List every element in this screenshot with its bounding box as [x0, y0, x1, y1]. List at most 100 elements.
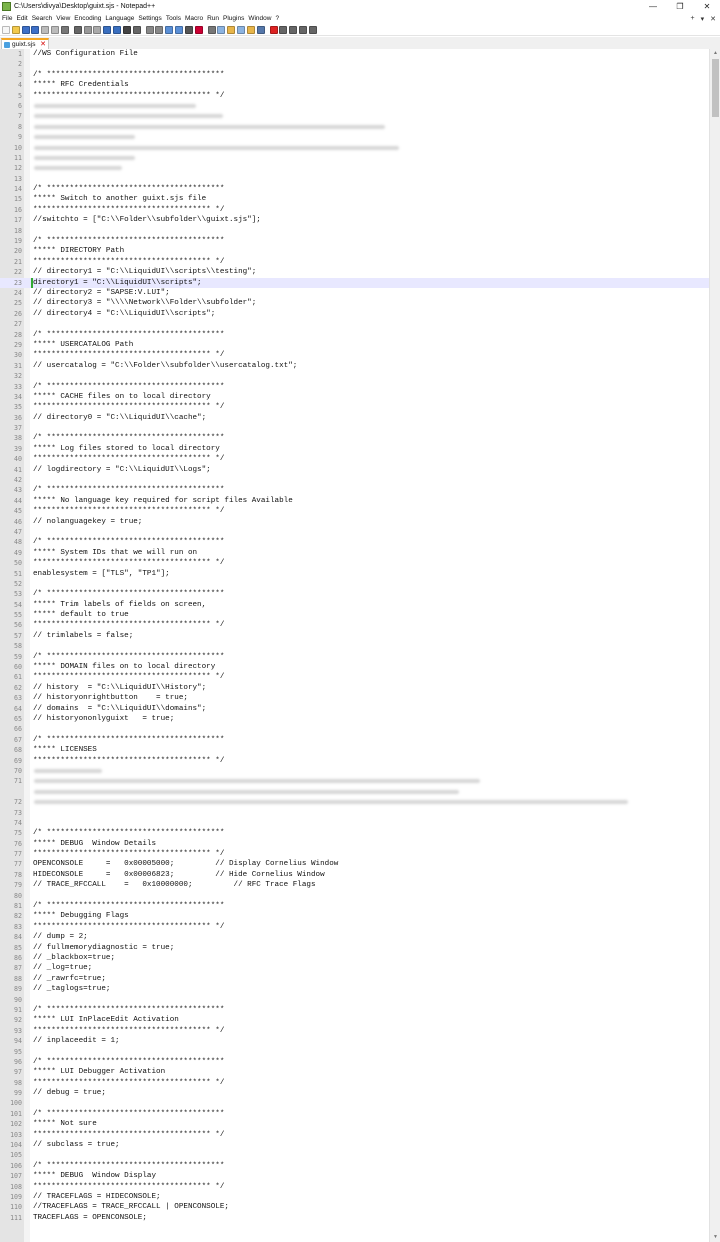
code-text[interactable]: // nolanguagekey = true; [33, 517, 142, 527]
code-line[interactable]: 96 /* ***********************************… [0, 1057, 709, 1067]
code-text[interactable]: *************************************** … [33, 91, 224, 101]
print-icon[interactable] [60, 25, 69, 34]
code-line[interactable]: 11 [0, 153, 709, 163]
code-line[interactable]: 43 /* ***********************************… [0, 485, 709, 495]
code-text[interactable]: // _rawrfc=true; [33, 974, 106, 984]
code-text[interactable]: ***** Trim labels of fields on screen, [33, 600, 206, 610]
code-text[interactable]: // fullmemorydiagnostic = true; [33, 943, 174, 953]
sync-horizontal-icon[interactable] [174, 25, 183, 34]
code-line[interactable]: 88 // _rawrfc=true; [0, 974, 709, 984]
code-line[interactable]: 51 enablesystem = ["TLS", "TP1"]; [0, 569, 709, 579]
record-macro-icon[interactable] [269, 25, 278, 34]
code-text[interactable]: *************************************** … [33, 454, 224, 464]
code-text[interactable]: *************************************** … [33, 620, 224, 630]
code-text[interactable]: *************************************** … [33, 1130, 224, 1140]
code-line[interactable]: 42 [0, 475, 709, 485]
code-line[interactable]: 103 *************************************… [0, 1130, 709, 1140]
code-line[interactable]: 61 **************************************… [0, 672, 709, 682]
code-line[interactable]: 102 ***** Not sure [0, 1119, 709, 1129]
code-text[interactable]: /* *************************************… [33, 652, 224, 662]
code-line[interactable]: 8 [0, 122, 709, 132]
save-macro-icon[interactable] [308, 25, 317, 34]
restore-button[interactable]: ❐ [667, 0, 693, 13]
code-line[interactable]: 25 // directory3 = "\\\\Network\\Folder\\… [0, 298, 709, 308]
code-text[interactable]: HIDECONSOLE = 0x00006823; // Hide Cornel… [33, 870, 325, 880]
code-text[interactable]: // directory4 = "C:\\LiquidUI\\scripts"; [33, 309, 215, 319]
code-text[interactable]: // directory2 = "SAPSE:V.LUI"; [33, 288, 170, 298]
code-line[interactable]: 23 directory1 = "C:\\LiquidUI\\scripts"; [0, 277, 709, 289]
new-tab-button[interactable]: + [691, 15, 695, 22]
code-line[interactable]: 84 // dump = 2; [0, 932, 709, 942]
code-line[interactable]: 57 // trimlabels = false; [0, 631, 709, 641]
code-text[interactable]: /* *************************************… [33, 236, 224, 246]
code-line[interactable]: 67 /* ***********************************… [0, 735, 709, 745]
code-text[interactable]: /* *************************************… [33, 1005, 224, 1015]
code-line[interactable]: 105 [0, 1150, 709, 1160]
code-text[interactable]: *************************************** … [33, 672, 224, 682]
code-text[interactable]: *************************************** … [33, 205, 224, 215]
code-text[interactable]: // historyononlyguixt = true; [33, 714, 174, 724]
code-line[interactable]: 50 **************************************… [0, 558, 709, 568]
code-line[interactable]: 38 /* ***********************************… [0, 433, 709, 443]
code-line[interactable]: 41 // logdirectory = "C:\\LiquidUI\\Logs"… [0, 465, 709, 475]
code-line[interactable]: 104 // subclass = true; [0, 1140, 709, 1150]
code-text[interactable]: // _blackbox=true; [33, 953, 115, 963]
menu-view[interactable]: View [54, 15, 72, 22]
code-line[interactable]: 95 [0, 1047, 709, 1057]
code-line[interactable]: 31 // usercatalog = "C:\\Folder\\subfolde… [0, 361, 709, 371]
code-line[interactable]: 55 ***** default to true [0, 610, 709, 620]
code-line[interactable]: 32 [0, 371, 709, 381]
code-line[interactable]: 15 ***** Switch to another guixt.sjs file [0, 194, 709, 204]
code-text[interactable]: *************************************** … [33, 756, 224, 766]
code-text[interactable]: ***** Log files stored to local director… [33, 444, 220, 454]
code-text[interactable]: /* *************************************… [33, 70, 224, 80]
code-line[interactable]: 108 *************************************… [0, 1182, 709, 1192]
tab-close-icon[interactable]: ✕ [40, 41, 46, 48]
code-line[interactable]: 13 [0, 174, 709, 184]
menu-window[interactable]: Window [246, 15, 273, 22]
code-text[interactable]: /* *************************************… [33, 330, 224, 340]
code-text[interactable]: // _log=true; [33, 963, 92, 973]
code-text[interactable]: *************************************** … [33, 402, 224, 412]
vertical-scrollbar[interactable]: ▲ ▼ [709, 49, 720, 1242]
undo-icon[interactable] [103, 25, 112, 34]
code-line[interactable]: 89 // _taglogs=true; [0, 984, 709, 994]
show-all-chars-icon[interactable] [194, 25, 203, 34]
code-text[interactable]: /* *************************************… [33, 485, 224, 495]
code-text[interactable]: ***** LUI Debugger Activation [33, 1067, 165, 1077]
menu-tools[interactable]: Tools [164, 15, 183, 22]
save-icon[interactable] [21, 25, 30, 34]
sync-vertical-icon[interactable] [165, 25, 174, 34]
code-line[interactable]: 14 /* ***********************************… [0, 184, 709, 194]
code-line[interactable]: 20 ***** DIRECTORY Path [0, 246, 709, 256]
code-line[interactable]: 66 [0, 724, 709, 734]
code-line[interactable]: 10 [0, 143, 709, 153]
code-line[interactable]: 59 /* ***********************************… [0, 652, 709, 662]
code-text[interactable]: /* *************************************… [33, 1057, 224, 1067]
code-line[interactable]: 53 /* ***********************************… [0, 589, 709, 599]
code-line[interactable]: 110 //TRACEFLAGS = TRACE_RFCCALL | OPENCO… [0, 1202, 709, 1212]
word-wrap-icon[interactable] [184, 25, 193, 34]
code-text[interactable]: /* *************************************… [33, 382, 224, 392]
code-text[interactable]: *************************************** … [33, 1026, 224, 1036]
close-icon[interactable] [41, 25, 50, 34]
code-text[interactable]: /* *************************************… [33, 184, 224, 194]
code-text[interactable]: *************************************** … [33, 257, 224, 267]
code-text[interactable]: /* *************************************… [33, 433, 224, 443]
code-line[interactable]: 49 ***** System IDs that we will run on [0, 548, 709, 558]
code-line[interactable]: 70 [0, 766, 709, 776]
code-line[interactable]: 9 [0, 132, 709, 142]
run-macro-multiple-icon[interactable] [298, 25, 307, 34]
indent-guide-icon[interactable] [207, 25, 216, 34]
code-line[interactable]: 82 ***** Debugging Flags [0, 911, 709, 921]
code-text[interactable]: *************************************** … [33, 849, 224, 859]
code-text[interactable]: ***** default to true [33, 610, 129, 620]
menu-search[interactable]: Search [30, 15, 55, 22]
code-line[interactable]: 73 [0, 808, 709, 818]
code-line[interactable]: 16 **************************************… [0, 205, 709, 215]
code-line[interactable]: 72 [0, 797, 709, 807]
code-text[interactable]: ***** Debugging Flags [33, 911, 129, 921]
code-line[interactable]: 80 [0, 891, 709, 901]
code-line[interactable]: 5 ***************************************… [0, 91, 709, 101]
new-file-icon[interactable] [2, 25, 10, 34]
